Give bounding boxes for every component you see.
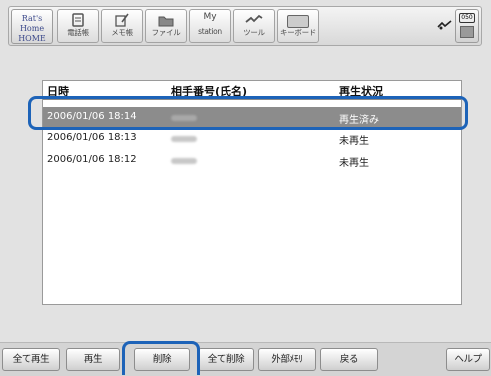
- mystation-label: station: [198, 27, 222, 36]
- mystation-button[interactable]: My station: [189, 9, 231, 43]
- help-button[interactable]: ヘルプ: [446, 348, 490, 371]
- phonebook-button[interactable]: 電話帳: [57, 9, 99, 43]
- back-button[interactable]: 戻る: [320, 348, 378, 371]
- bottom-toolbar: 全て再生 再生 削除 全て削除 外部ﾒﾓﾘ 戻る ヘルプ: [0, 342, 491, 376]
- tools-button[interactable]: ツール: [233, 9, 275, 43]
- row-datetime: 2006/01/06 18:13: [47, 132, 137, 143]
- row-status: 未再生: [339, 136, 369, 147]
- table-row[interactable]: 2006/01/06 18:13 未再生: [43, 128, 461, 148]
- system-icon: [460, 26, 474, 38]
- connection-icon: [437, 19, 453, 34]
- delete-all-button[interactable]: 全て削除: [198, 348, 254, 371]
- play-button[interactable]: 再生: [66, 348, 120, 371]
- brand-line1: Rat's Home: [19, 14, 45, 33]
- row-datetime: 2006/01/06 18:12: [47, 154, 137, 165]
- phonebook-label: 電話帳: [67, 28, 89, 37]
- file-label: ファイル: [151, 28, 181, 37]
- external-memory-button[interactable]: 外部ﾒﾓﾘ: [258, 348, 316, 371]
- tools-icon: [234, 12, 274, 28]
- top-toolbar: Rat's Home HOME 電話帳 メモ帳 ファイル My station: [8, 6, 482, 46]
- memo-icon: [102, 12, 142, 28]
- home-button[interactable]: Rat's Home HOME: [11, 9, 53, 44]
- mystation-top-label: My: [203, 12, 217, 22]
- play-all-button[interactable]: 全て再生: [2, 348, 60, 371]
- delete-button-highlight: [122, 341, 200, 375]
- row-caller-blurred: [171, 132, 197, 145]
- keyboard-label: キーボード: [280, 28, 316, 37]
- system-button[interactable]: 050: [455, 9, 479, 43]
- phonebook-icon: [58, 12, 98, 28]
- selected-row-highlight: [28, 96, 468, 130]
- row-caller-blurred: [171, 154, 197, 167]
- device-screen: Rat's Home HOME 電話帳 メモ帳 ファイル My station: [0, 0, 491, 376]
- system-label: 050: [459, 13, 475, 23]
- brand-line2: HOME: [18, 34, 46, 43]
- tools-label: ツール: [243, 28, 265, 37]
- memo-button[interactable]: メモ帳: [101, 9, 143, 43]
- row-status: 未再生: [339, 158, 369, 169]
- keyboard-button[interactable]: キーボード: [277, 9, 319, 43]
- folder-icon: [146, 12, 186, 28]
- table-row[interactable]: 2006/01/06 18:12 未再生: [43, 150, 461, 170]
- keyboard-icon: [278, 12, 318, 28]
- file-button[interactable]: ファイル: [145, 9, 187, 43]
- memo-label: メモ帳: [111, 28, 133, 37]
